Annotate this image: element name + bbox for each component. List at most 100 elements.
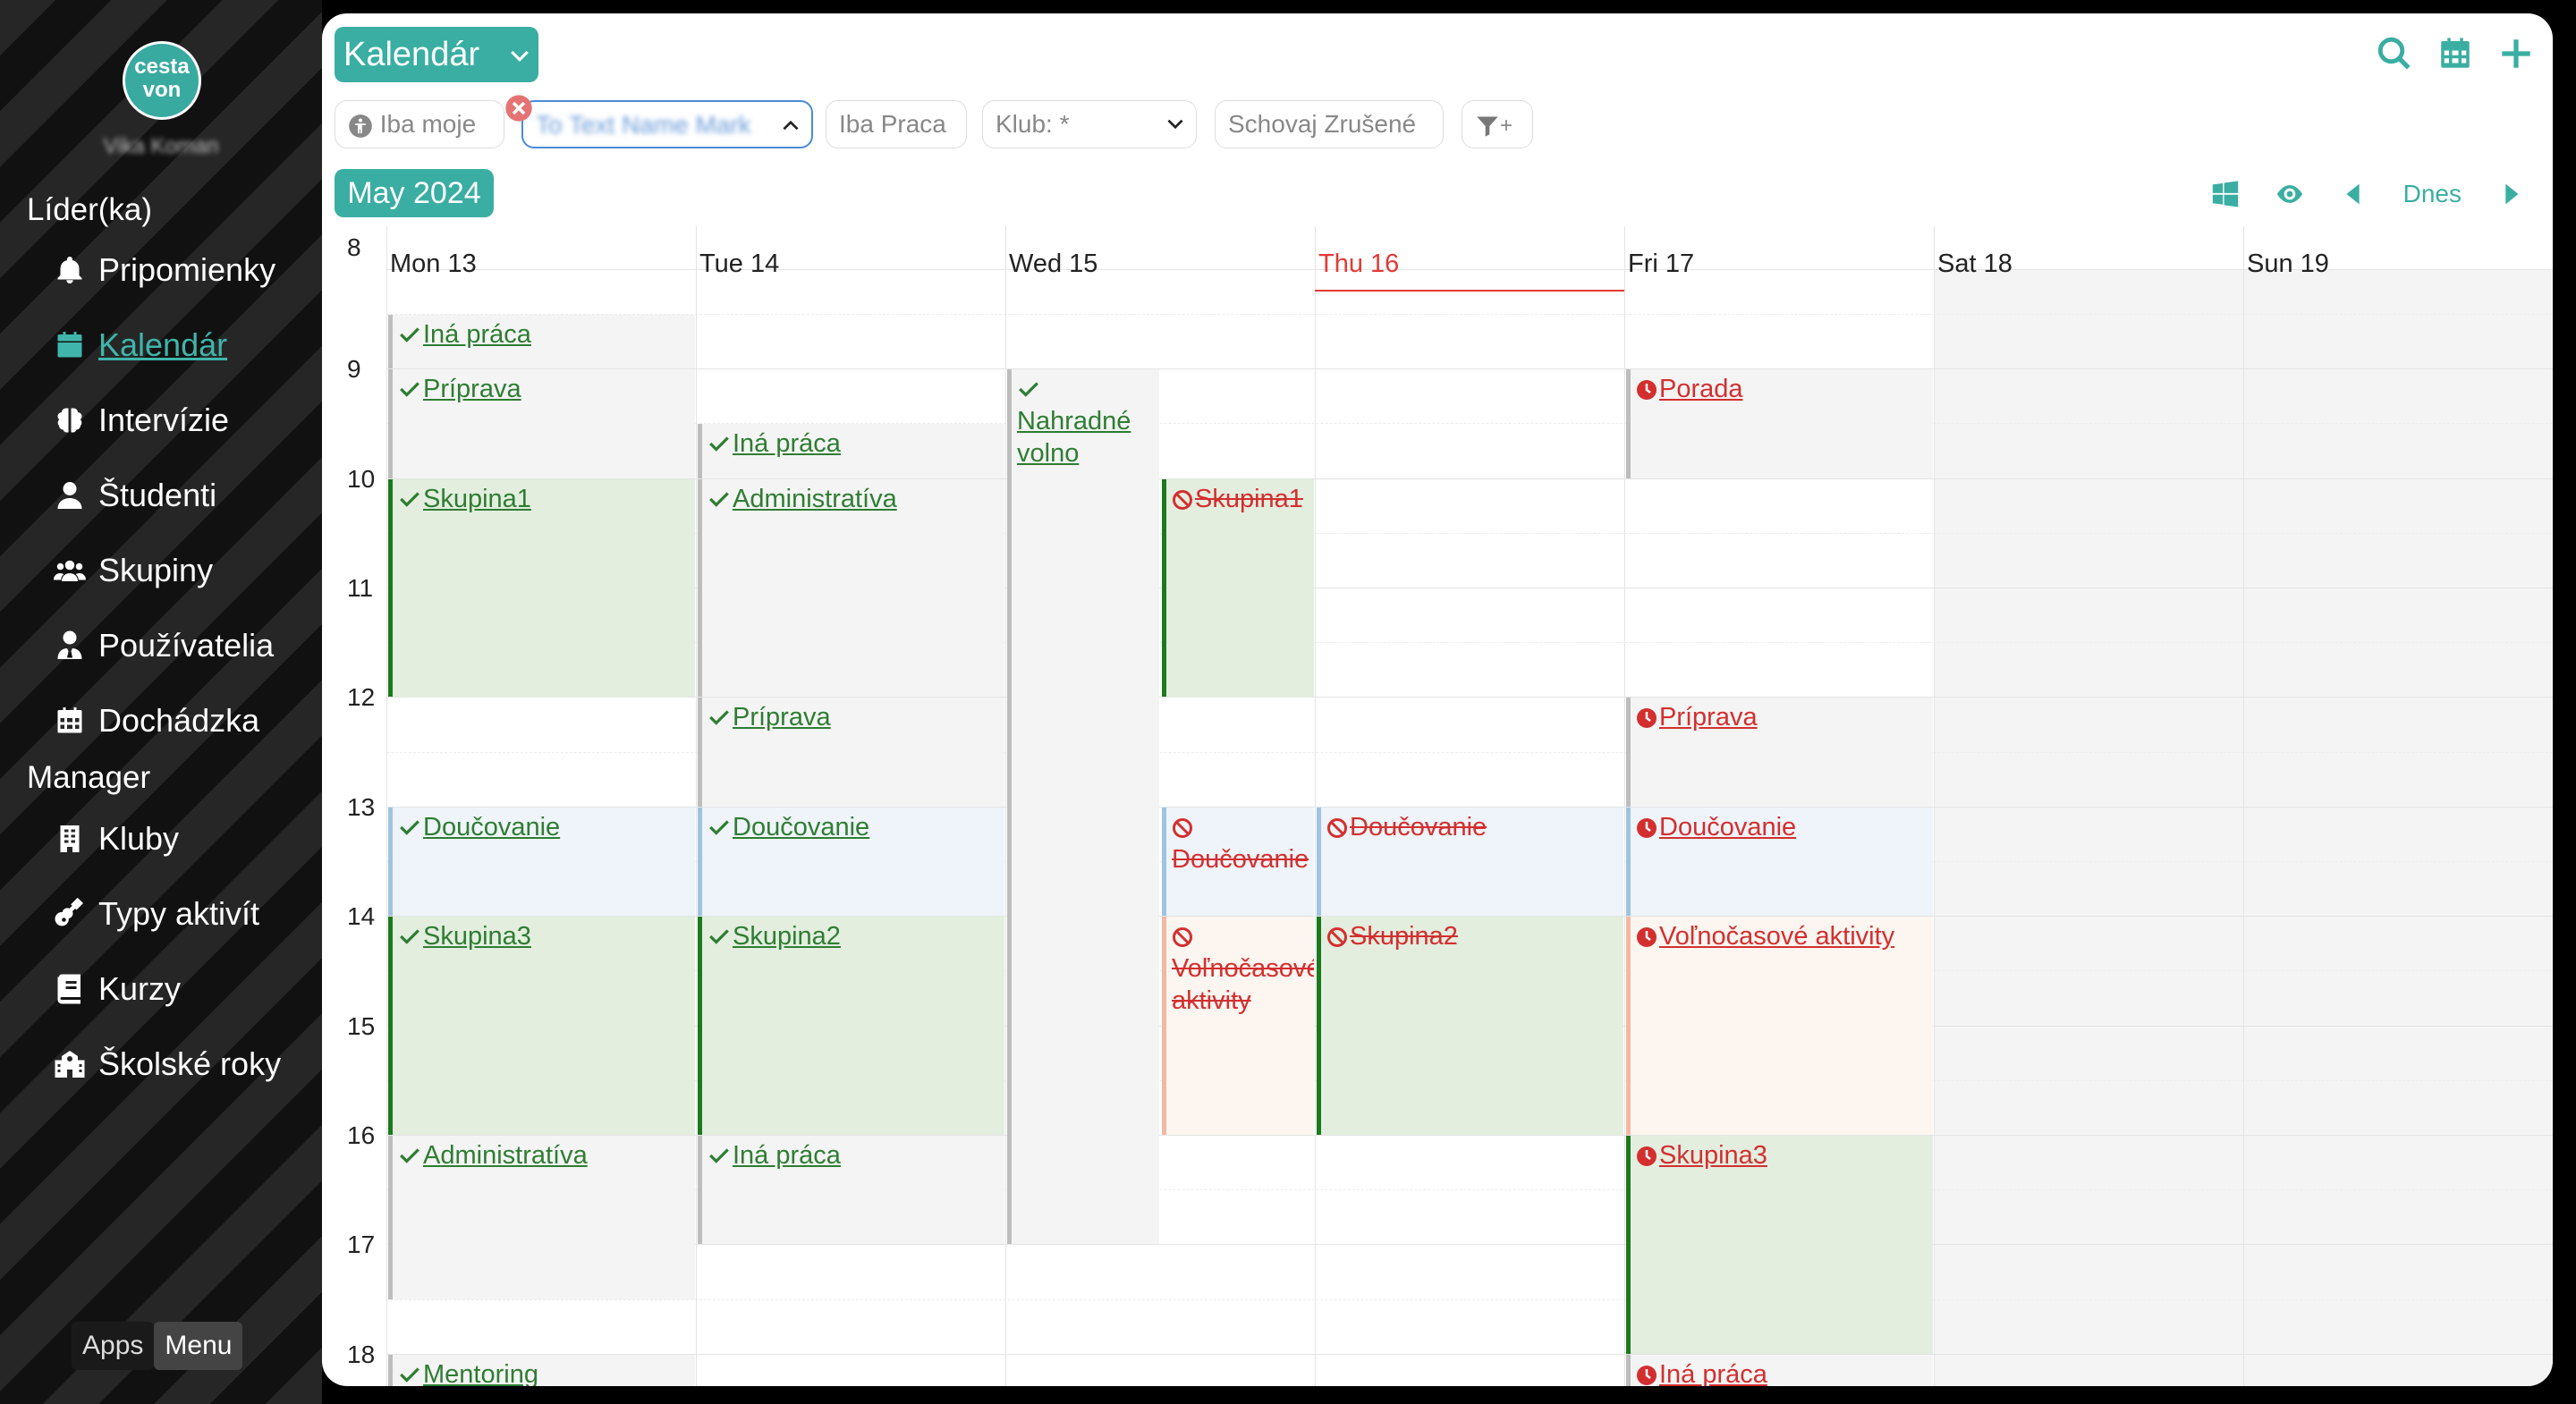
- event-title: Skupina1: [1195, 484, 1303, 513]
- section-leader: Líder(ka): [27, 192, 153, 227]
- sidebar-item-intervizie[interactable]: Intervízie: [54, 393, 229, 447]
- calendar-event[interactable]: Iná práca: [1626, 1354, 1933, 1386]
- day-header[interactable]: Fri 17: [1628, 250, 1694, 279]
- toolbar-actions: [2376, 35, 2535, 72]
- calendar-grid-icon: [57, 707, 82, 733]
- search-icon[interactable]: [2376, 35, 2413, 72]
- chevron-up-icon: [783, 120, 799, 131]
- event-title: Príprava: [1659, 703, 1758, 732]
- day-header[interactable]: Thu 16: [1318, 250, 1399, 279]
- calendar-event[interactable]: Porada: [1626, 369, 1933, 478]
- day-header[interactable]: Mon 13: [390, 250, 477, 279]
- sidebar-item-pouzivatelia[interactable]: Používatelia: [54, 619, 274, 672]
- hour-label: 12: [347, 683, 376, 712]
- month-label[interactable]: May 2024: [335, 169, 494, 217]
- sidebar-item-kalendar[interactable]: Kalendár: [54, 318, 227, 372]
- calendar-event[interactable]: Skupina3: [388, 917, 695, 1135]
- hour-label: 9: [347, 355, 361, 384]
- check-icon: [400, 929, 419, 944]
- event-title: Skupina2: [733, 922, 841, 952]
- windows-icon[interactable]: [2210, 179, 2241, 209]
- check-icon: [709, 820, 729, 835]
- calendar-event[interactable]: Skupina3: [1626, 1136, 1933, 1354]
- user-select[interactable]: To Text Name Mark: [521, 100, 813, 148]
- sidebar-item-dochadzka[interactable]: Dochádzka: [54, 694, 259, 748]
- calendar-event[interactable]: Administratíva: [388, 1136, 695, 1299]
- check-icon: [709, 929, 729, 944]
- calendar-event[interactable]: Doučovanie: [1317, 807, 1623, 917]
- weekend-column: [1934, 269, 2243, 1386]
- book-icon: [57, 974, 80, 1004]
- day-header[interactable]: Tue 14: [699, 250, 779, 279]
- hour-line: [386, 1244, 2553, 1246]
- calendar-event[interactable]: Doučovanie: [1162, 807, 1314, 917]
- apps-button[interactable]: Apps: [72, 1322, 155, 1370]
- sidebar-item-skolske-roky[interactable]: Školské roky: [54, 1037, 281, 1091]
- sidebar-item-kluby[interactable]: Kluby: [54, 812, 179, 866]
- calendar-event[interactable]: Doučovanie: [698, 807, 1004, 917]
- school-icon: [55, 1051, 85, 1078]
- today-button[interactable]: Dnes: [2403, 180, 2462, 208]
- event-title: Voľnočasové aktivity: [1659, 922, 1895, 952]
- calendar-icon: [57, 332, 82, 358]
- check-icon: [1019, 382, 1038, 397]
- calendar-event[interactable]: Doučovanie: [1626, 807, 1933, 917]
- calendar-event[interactable]: Skupina1: [388, 478, 695, 698]
- calendar-event[interactable]: Voľnočasové aktivity: [1162, 917, 1314, 1135]
- ban-icon: [1173, 489, 1192, 510]
- calendar-event[interactable]: Iná práca: [388, 315, 695, 369]
- page-title: Kalendár: [343, 36, 480, 73]
- calendar-event[interactable]: Príprava: [698, 698, 1004, 807]
- check-icon: [709, 491, 729, 507]
- sidebar-item-studenti[interactable]: Študenti: [54, 469, 216, 522]
- sidebar-item-label: Kurzy: [98, 970, 182, 1007]
- hour-label: 16: [347, 1121, 376, 1149]
- add-icon[interactable]: [2497, 35, 2535, 72]
- day-divider: [1624, 226, 1625, 1386]
- sidebar-item-label: Kluby: [98, 820, 180, 857]
- menu-button[interactable]: Menu: [154, 1322, 243, 1370]
- ban-icon: [1327, 817, 1347, 838]
- clear-selection-icon[interactable]: [504, 94, 533, 123]
- calendar-event[interactable]: Príprava: [1626, 698, 1933, 807]
- only-work-toggle[interactable]: Iba Praca: [826, 100, 967, 148]
- sidebar-item-skupiny[interactable]: Skupiny: [54, 544, 213, 597]
- sidebar-item-pripomienky[interactable]: Pripomienky: [54, 243, 275, 297]
- event-title: Iná práca: [1659, 1359, 1767, 1386]
- day-header[interactable]: Sun 19: [2247, 250, 2329, 279]
- event-title: Príprava: [733, 703, 831, 732]
- calendar-event[interactable]: Skupina2: [698, 917, 1004, 1135]
- sidebar-item-typy-aktivit[interactable]: Typy aktivít: [54, 887, 259, 941]
- calendar-event[interactable]: Doučovanie: [388, 807, 695, 917]
- sidebar-item-label: Študenti: [98, 477, 217, 513]
- clock-icon: [1637, 927, 1657, 948]
- sidebar-item-label: Pripomienky: [98, 251, 276, 288]
- next-week-icon[interactable]: [2496, 179, 2526, 209]
- calendar-event[interactable]: Mentoring: [388, 1354, 695, 1386]
- calendar-picker-icon[interactable]: [2436, 35, 2474, 72]
- logo[interactable]: cesta von: [123, 41, 201, 120]
- day-header[interactable]: Wed 15: [1009, 250, 1097, 279]
- hour-label: 15: [347, 1011, 376, 1040]
- event-title: Doučovanie: [1172, 844, 1309, 874]
- day-divider: [1315, 226, 1316, 1386]
- sidebar-item-label: Dochádzka: [98, 702, 260, 739]
- sidebar-item-kurzy[interactable]: Kurzy: [54, 962, 181, 1016]
- prev-week-icon[interactable]: [2339, 179, 2369, 209]
- hide-cancelled-toggle[interactable]: Schovaj Zrušené: [1215, 100, 1444, 148]
- only-mine-toggle[interactable]: Iba moje: [335, 100, 504, 148]
- day-header[interactable]: Sat 18: [1937, 250, 2012, 279]
- calendar-event[interactable]: Príprava: [388, 369, 695, 478]
- calendar-event[interactable]: Administratíva: [698, 478, 1004, 698]
- club-select[interactable]: Klub: *: [982, 100, 1197, 148]
- calendar-event[interactable]: Iná práca: [698, 424, 1004, 478]
- calendar-event[interactable]: Iná práca: [698, 1136, 1004, 1245]
- sidebar-item-label: Intervízie: [98, 402, 230, 438]
- more-filters-button[interactable]: +: [1462, 100, 1533, 148]
- calendar-event[interactable]: Nahradné volno: [1007, 369, 1159, 1245]
- calendar-event[interactable]: Skupina1: [1162, 478, 1314, 698]
- calendar-event[interactable]: Voľnočasové aktivity: [1626, 917, 1933, 1135]
- calendar-event[interactable]: Skupina2: [1317, 917, 1623, 1135]
- eye-icon[interactable]: [2275, 179, 2305, 209]
- calendar-view-dropdown[interactable]: Kalendár: [335, 27, 538, 82]
